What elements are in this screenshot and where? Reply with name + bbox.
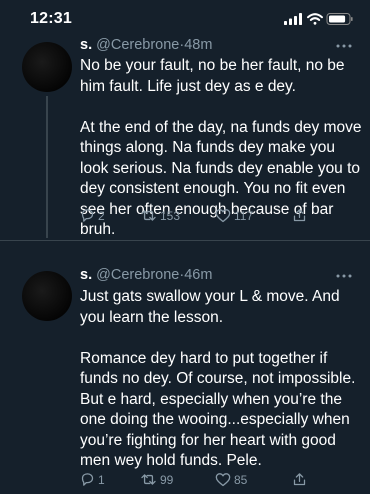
avatar[interactable] [22, 271, 72, 321]
retweet-button[interactable]: 153 [140, 208, 180, 223]
like-count: 117 [234, 208, 254, 223]
retweet-icon [141, 210, 156, 221]
heart-icon [215, 473, 231, 487]
tweet-header: s. @Cerebrone·48m [80, 36, 212, 54]
reply-button[interactable]: 2 [80, 208, 105, 223]
share-icon [293, 473, 306, 486]
tweet-1[interactable]: s. @Cerebrone·48m No be your fault, no b… [0, 0, 370, 240]
reply-count: 2 [98, 208, 105, 223]
tweet-actions: 2 153 117 [80, 208, 306, 226]
tweet-header: s. @Cerebrone·46m [80, 266, 212, 284]
more-options-icon[interactable] [336, 43, 352, 49]
reply-icon [81, 209, 94, 222]
share-button[interactable] [292, 208, 307, 223]
tweet-paragraph: Romance dey hard to put together if fund… [80, 349, 356, 470]
tweet-time[interactable]: 46m [184, 267, 212, 283]
tweet-paragraph: No be your fault, no be her fault, no be… [80, 57, 345, 95]
tweet-thread-screen: 12:31 s. @Cerebrone·48m No be your fault… [0, 0, 370, 494]
avatar[interactable] [22, 42, 72, 92]
share-icon [293, 209, 306, 222]
tweet-text: Just gats swallow your L & move. And you… [80, 287, 362, 472]
retweet-icon [141, 474, 156, 485]
thread-connector-line [46, 96, 48, 238]
tweet-paragraph: Just gats swallow your L & move. And you… [80, 288, 340, 326]
like-button[interactable]: 85 [215, 472, 247, 487]
author-handle[interactable]: @Cerebrone [96, 37, 179, 53]
reply-count: 1 [98, 472, 105, 487]
share-button[interactable] [292, 472, 307, 487]
like-button[interactable]: 117 [215, 208, 253, 223]
reply-button[interactable]: 1 [80, 472, 105, 487]
retweet-count: 153 [160, 208, 181, 223]
like-count: 85 [234, 472, 248, 487]
reply-icon [81, 473, 94, 486]
retweet-count: 99 [160, 472, 174, 487]
tweet-actions: 1 99 85 [80, 472, 306, 490]
author-name[interactable]: s. [80, 37, 92, 53]
tweet-2[interactable]: s. @Cerebrone·46m Just gats swallow your… [0, 241, 370, 494]
author-handle[interactable]: @Cerebrone [96, 267, 179, 283]
tweet-time[interactable]: 48m [184, 37, 212, 53]
heart-icon [215, 209, 231, 223]
more-options-icon[interactable] [336, 273, 352, 279]
retweet-button[interactable]: 99 [140, 472, 173, 487]
author-name[interactable]: s. [80, 267, 92, 283]
